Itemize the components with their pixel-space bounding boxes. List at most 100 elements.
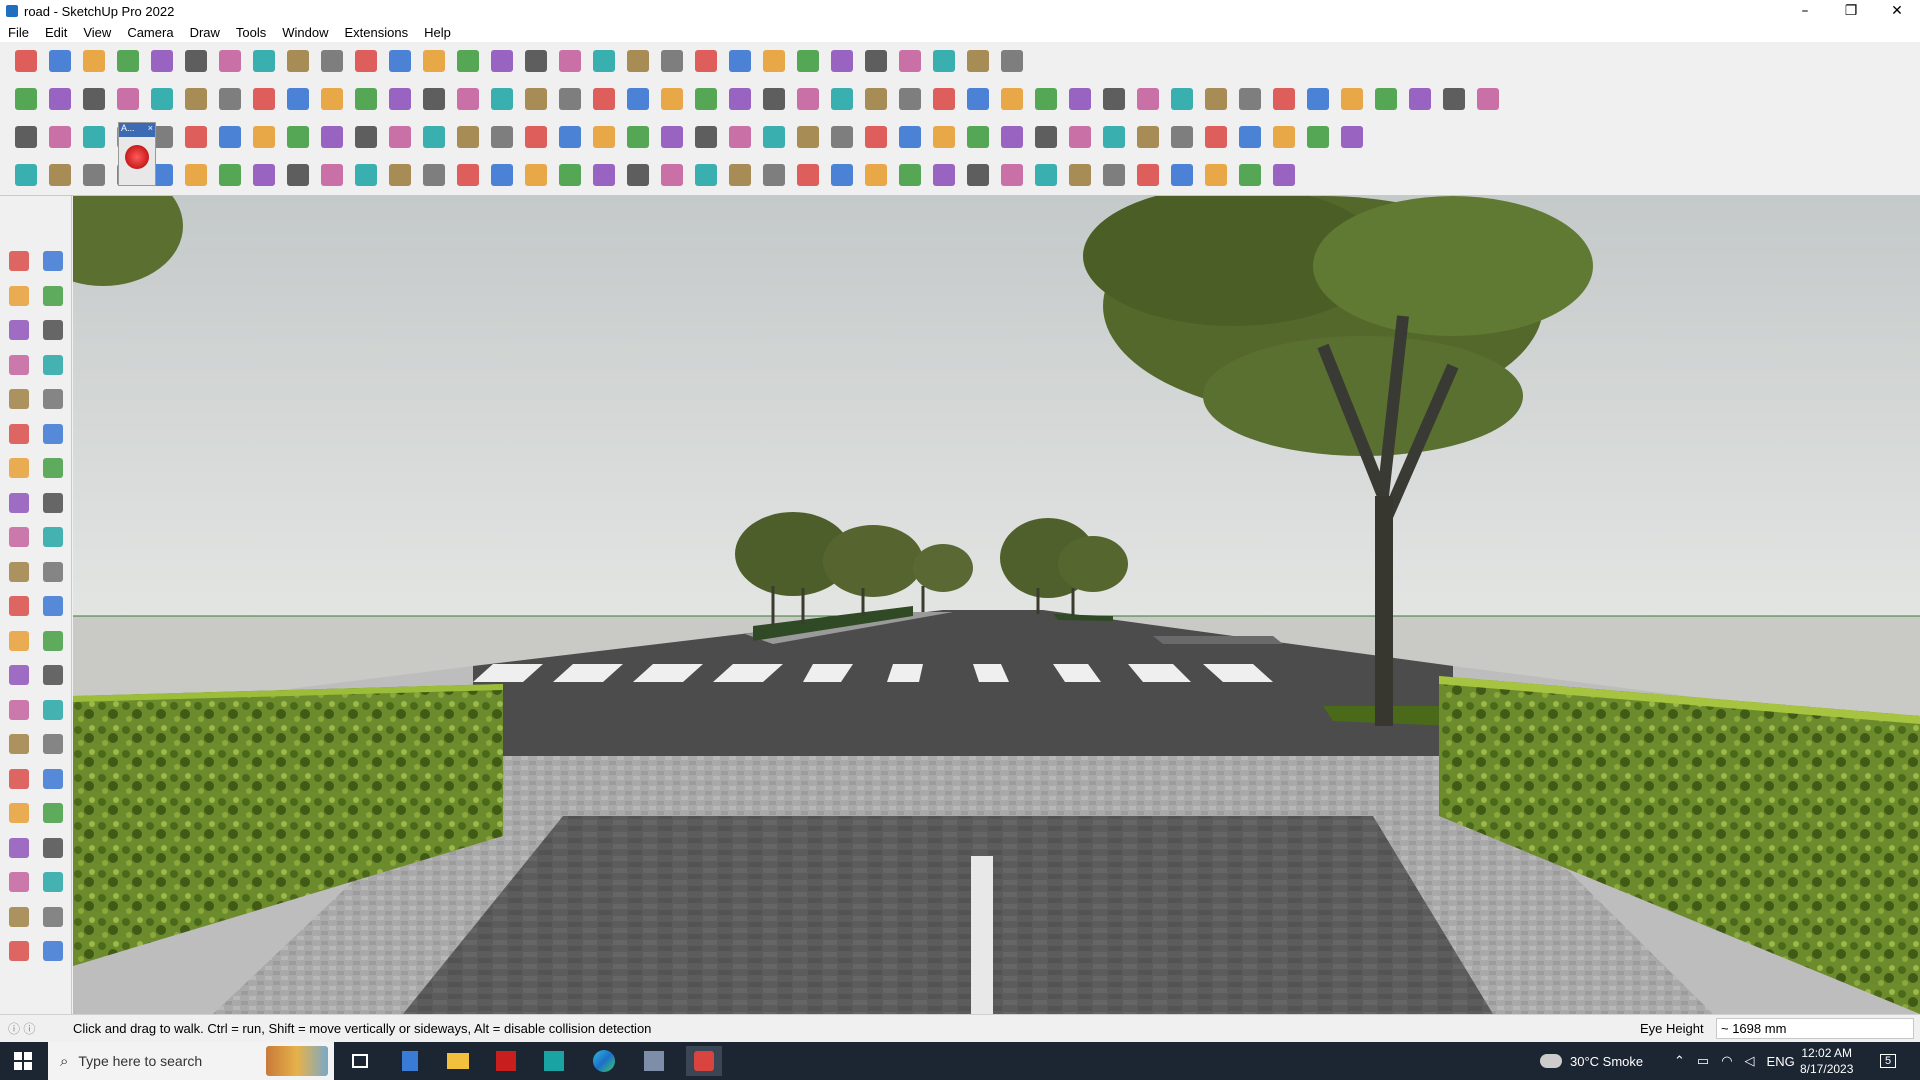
two-point-arc-icon[interactable]	[38, 453, 68, 483]
mini-toolbar-close-icon[interactable]: ×	[148, 123, 153, 137]
row3-tool-icon-14[interactable]	[452, 121, 484, 153]
row4-tool-icon-10[interactable]	[316, 159, 348, 191]
row1-tool-icon-11[interactable]	[350, 45, 382, 77]
row4-tool-icon-19[interactable]	[622, 159, 654, 191]
status-info-icon[interactable]: ⓘ ⓘ	[8, 1020, 35, 1037]
row1-tool-icon-17[interactable]	[554, 45, 586, 77]
zoom-icon[interactable]	[4, 764, 34, 794]
row4-tool-icon-31[interactable]	[1030, 159, 1062, 191]
row3-tool-icon-38[interactable]	[1268, 121, 1300, 153]
zoom-window-icon[interactable]	[38, 764, 68, 794]
row2-tool-icon-42[interactable]	[1404, 83, 1436, 115]
row4-tool-icon-15[interactable]	[486, 159, 518, 191]
dimension-icon[interactable]	[38, 626, 68, 656]
taskbar-search-box[interactable]: ⌕ Type here to search	[48, 1042, 334, 1080]
previous-view-icon[interactable]	[38, 798, 68, 828]
row2-tool-icon-30[interactable]	[996, 83, 1028, 115]
row4-tool-icon-2[interactable]	[44, 159, 76, 191]
rotated-rectangle-icon[interactable]	[38, 384, 68, 414]
row3-tool-icon-9[interactable]	[282, 121, 314, 153]
smoove-icon[interactable]	[4, 936, 34, 966]
row2-tool-icon-33[interactable]	[1098, 83, 1130, 115]
mini-toolbar[interactable]: A... ×	[118, 122, 156, 186]
row4-tool-icon-28[interactable]	[928, 159, 960, 191]
row3-tool-icon-20[interactable]	[656, 121, 688, 153]
three-point-arc-icon[interactable]	[38, 488, 68, 518]
walk-icon[interactable]	[4, 867, 34, 897]
row3-tool-icon-26[interactable]	[860, 121, 892, 153]
row3-tool-icon-37[interactable]	[1234, 121, 1266, 153]
orbit-icon[interactable]	[38, 246, 68, 276]
pan-icon[interactable]	[38, 729, 68, 759]
row1-tool-icon-21[interactable]	[690, 45, 722, 77]
row2-tool-icon-44[interactable]	[1472, 83, 1504, 115]
row3-tool-icon-10[interactable]	[316, 121, 348, 153]
row1-tool-icon-29[interactable]	[962, 45, 994, 77]
tape-measure-icon[interactable]	[4, 626, 34, 656]
row3-tool-icon-16[interactable]	[520, 121, 552, 153]
paint-bucket-icon[interactable]	[4, 281, 34, 311]
row2-tool-icon-3[interactable]	[78, 83, 110, 115]
row3-tool-icon-29[interactable]	[962, 121, 994, 153]
row2-tool-icon-43[interactable]	[1438, 83, 1470, 115]
row2-tool-icon-32[interactable]	[1064, 83, 1096, 115]
row4-tool-icon-22[interactable]	[724, 159, 756, 191]
row2-tool-icon-6[interactable]	[180, 83, 212, 115]
row3-tool-icon-32[interactable]	[1064, 121, 1096, 153]
look-around-icon[interactable]	[38, 833, 68, 863]
push-pull-icon[interactable]	[38, 522, 68, 552]
row3-tool-icon-7[interactable]	[214, 121, 246, 153]
row3-tool-icon-12[interactable]	[384, 121, 416, 153]
position-camera-icon[interactable]	[4, 833, 34, 863]
row1-tool-icon-13[interactable]	[418, 45, 450, 77]
row1-tool-icon-30[interactable]	[996, 45, 1028, 77]
row1-tool-icon-4[interactable]	[112, 45, 144, 77]
3d-viewport[interactable]	[73, 196, 1920, 1014]
wifi-icon[interactable]: ◠	[1721, 1053, 1732, 1069]
menu-tools[interactable]: Tools	[228, 25, 274, 40]
row2-tool-icon-39[interactable]	[1302, 83, 1334, 115]
row4-tool-icon-13[interactable]	[418, 159, 450, 191]
volume-icon[interactable]: ◁	[1745, 1053, 1755, 1069]
row3-tool-icon-36[interactable]	[1200, 121, 1232, 153]
row3-tool-icon-13[interactable]	[418, 121, 450, 153]
component-icon[interactable]	[4, 315, 34, 345]
row4-tool-icon-1[interactable]	[10, 159, 42, 191]
task-view-icon[interactable]	[342, 1046, 378, 1076]
row3-tool-icon-34[interactable]	[1132, 121, 1164, 153]
row4-tool-icon-16[interactable]	[520, 159, 552, 191]
display-icon[interactable]: ▭	[1697, 1053, 1709, 1069]
row2-tool-icon-2[interactable]	[44, 83, 76, 115]
edge-icon[interactable]	[586, 1046, 622, 1076]
3dsmax-icon[interactable]	[536, 1046, 572, 1076]
row2-tool-icon-41[interactable]	[1370, 83, 1402, 115]
section-plane-icon[interactable]	[38, 867, 68, 897]
pencil-tag-icon[interactable]	[38, 315, 68, 345]
circle-icon[interactable]	[4, 419, 34, 449]
row2-tool-icon-19[interactable]	[622, 83, 654, 115]
row4-tool-icon-37[interactable]	[1234, 159, 1266, 191]
row3-tool-icon-27[interactable]	[894, 121, 926, 153]
row3-tool-icon-33[interactable]	[1098, 121, 1130, 153]
row3-tool-icon-30[interactable]	[996, 121, 1028, 153]
row1-tool-icon-1[interactable]	[10, 45, 42, 77]
row4-tool-icon-6[interactable]	[180, 159, 212, 191]
axes-icon[interactable]	[4, 695, 34, 725]
row4-tool-icon-17[interactable]	[554, 159, 586, 191]
row4-tool-icon-9[interactable]	[282, 159, 314, 191]
row3-tool-icon-18[interactable]	[588, 121, 620, 153]
row4-tool-icon-20[interactable]	[656, 159, 688, 191]
line-icon[interactable]	[4, 350, 34, 380]
clock[interactable]: 12:02 AM 8/17/2023	[1800, 1042, 1853, 1080]
row2-tool-icon-11[interactable]	[350, 83, 382, 115]
row3-tool-icon-25[interactable]	[826, 121, 858, 153]
menu-draw[interactable]: Draw	[182, 25, 228, 40]
row1-tool-icon-23[interactable]	[758, 45, 790, 77]
row4-tool-icon-8[interactable]	[248, 159, 280, 191]
polygon-icon[interactable]	[38, 419, 68, 449]
row1-tool-icon-10[interactable]	[316, 45, 348, 77]
row2-tool-icon-5[interactable]	[146, 83, 178, 115]
row4-tool-icon-26[interactable]	[860, 159, 892, 191]
row2-tool-icon-1[interactable]	[10, 83, 42, 115]
menu-camera[interactable]: Camera	[119, 25, 181, 40]
